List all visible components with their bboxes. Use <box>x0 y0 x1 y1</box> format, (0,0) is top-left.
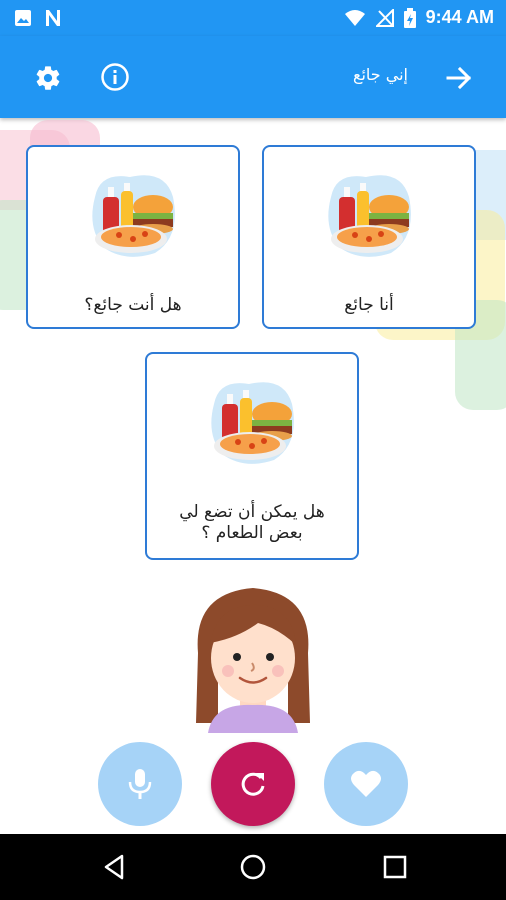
app-bar: إني جائع <box>0 36 506 118</box>
back-icon[interactable] <box>100 852 130 882</box>
clock: 9:44 AM <box>425 7 494 27</box>
food-icon <box>328 175 411 257</box>
n-icon <box>46 10 60 26</box>
info-icon[interactable] <box>100 62 130 92</box>
refresh-button[interactable] <box>211 742 295 826</box>
card-label: أنا جائع <box>344 295 394 315</box>
mic-button[interactable] <box>98 742 182 826</box>
home-icon[interactable] <box>238 852 268 882</box>
gear-icon[interactable] <box>34 64 62 92</box>
girl-avatar-icon <box>196 588 310 733</box>
favorite-button[interactable] <box>324 742 408 826</box>
image-icon <box>15 10 31 26</box>
wifi-icon <box>344 9 365 26</box>
page-title: إني جائع <box>352 65 408 84</box>
signal-off-icon <box>375 8 394 27</box>
card-label: هل أنت جائع؟ <box>84 295 182 315</box>
food-icon <box>92 175 175 257</box>
phrase-card-i-am-hungry[interactable]: أنا جائع <box>262 145 476 329</box>
card-label: هل يمكن أن تضع لي بعض الطعام ؟ <box>179 502 325 543</box>
mic-icon <box>128 769 152 799</box>
heart-icon <box>351 770 381 797</box>
recents-icon[interactable] <box>380 852 410 882</box>
status-bar: 9:44 AM <box>0 0 506 36</box>
system-nav-bar <box>0 834 506 900</box>
battery-icon <box>403 7 416 28</box>
phrase-card-are-you-hungry[interactable]: هل أنت جائع؟ <box>26 145 240 329</box>
phrase-card-give-me-food[interactable]: هل يمكن أن تضع لي بعض الطعام ؟ <box>145 352 359 560</box>
arrow-forward-icon[interactable] <box>444 63 474 93</box>
refresh-icon <box>241 772 265 796</box>
food-icon <box>211 382 294 464</box>
